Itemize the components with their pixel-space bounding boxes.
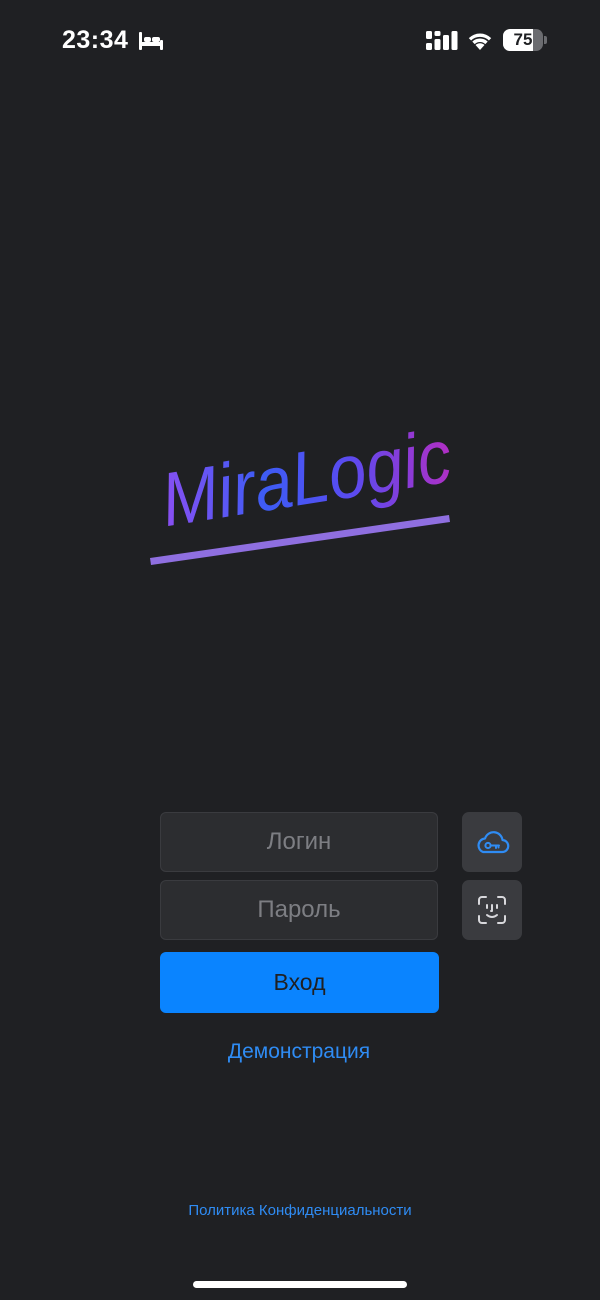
login-button[interactable]: Вход: [160, 952, 439, 1013]
face-id-button[interactable]: [462, 880, 522, 940]
battery-indicator: 75: [503, 29, 547, 51]
wifi-icon: [468, 33, 492, 50]
privacy-policy-link[interactable]: Политика Конфиденциальности: [0, 1202, 600, 1219]
cellular-signal-icon: [426, 31, 458, 50]
password-input[interactable]: [160, 880, 438, 940]
battery-cap: [544, 36, 547, 44]
sleep-focus-icon: [139, 32, 163, 50]
login-input[interactable]: [160, 812, 438, 872]
face-id-icon: [478, 896, 506, 924]
battery-level: 75: [513, 30, 533, 49]
cloud-key-button[interactable]: [462, 812, 522, 872]
status-time: 23:34: [62, 26, 129, 54]
demo-link[interactable]: Демонстрация: [0, 1040, 598, 1064]
home-indicator[interactable]: [193, 1281, 407, 1288]
login-screen: 23:34 75 MiraLogic Логин Вход Демонстрац…: [0, 0, 600, 1300]
battery-body: 75: [503, 29, 543, 51]
cloud-key-icon: [477, 831, 510, 854]
app-logo: MiraLogic: [150, 414, 457, 565]
